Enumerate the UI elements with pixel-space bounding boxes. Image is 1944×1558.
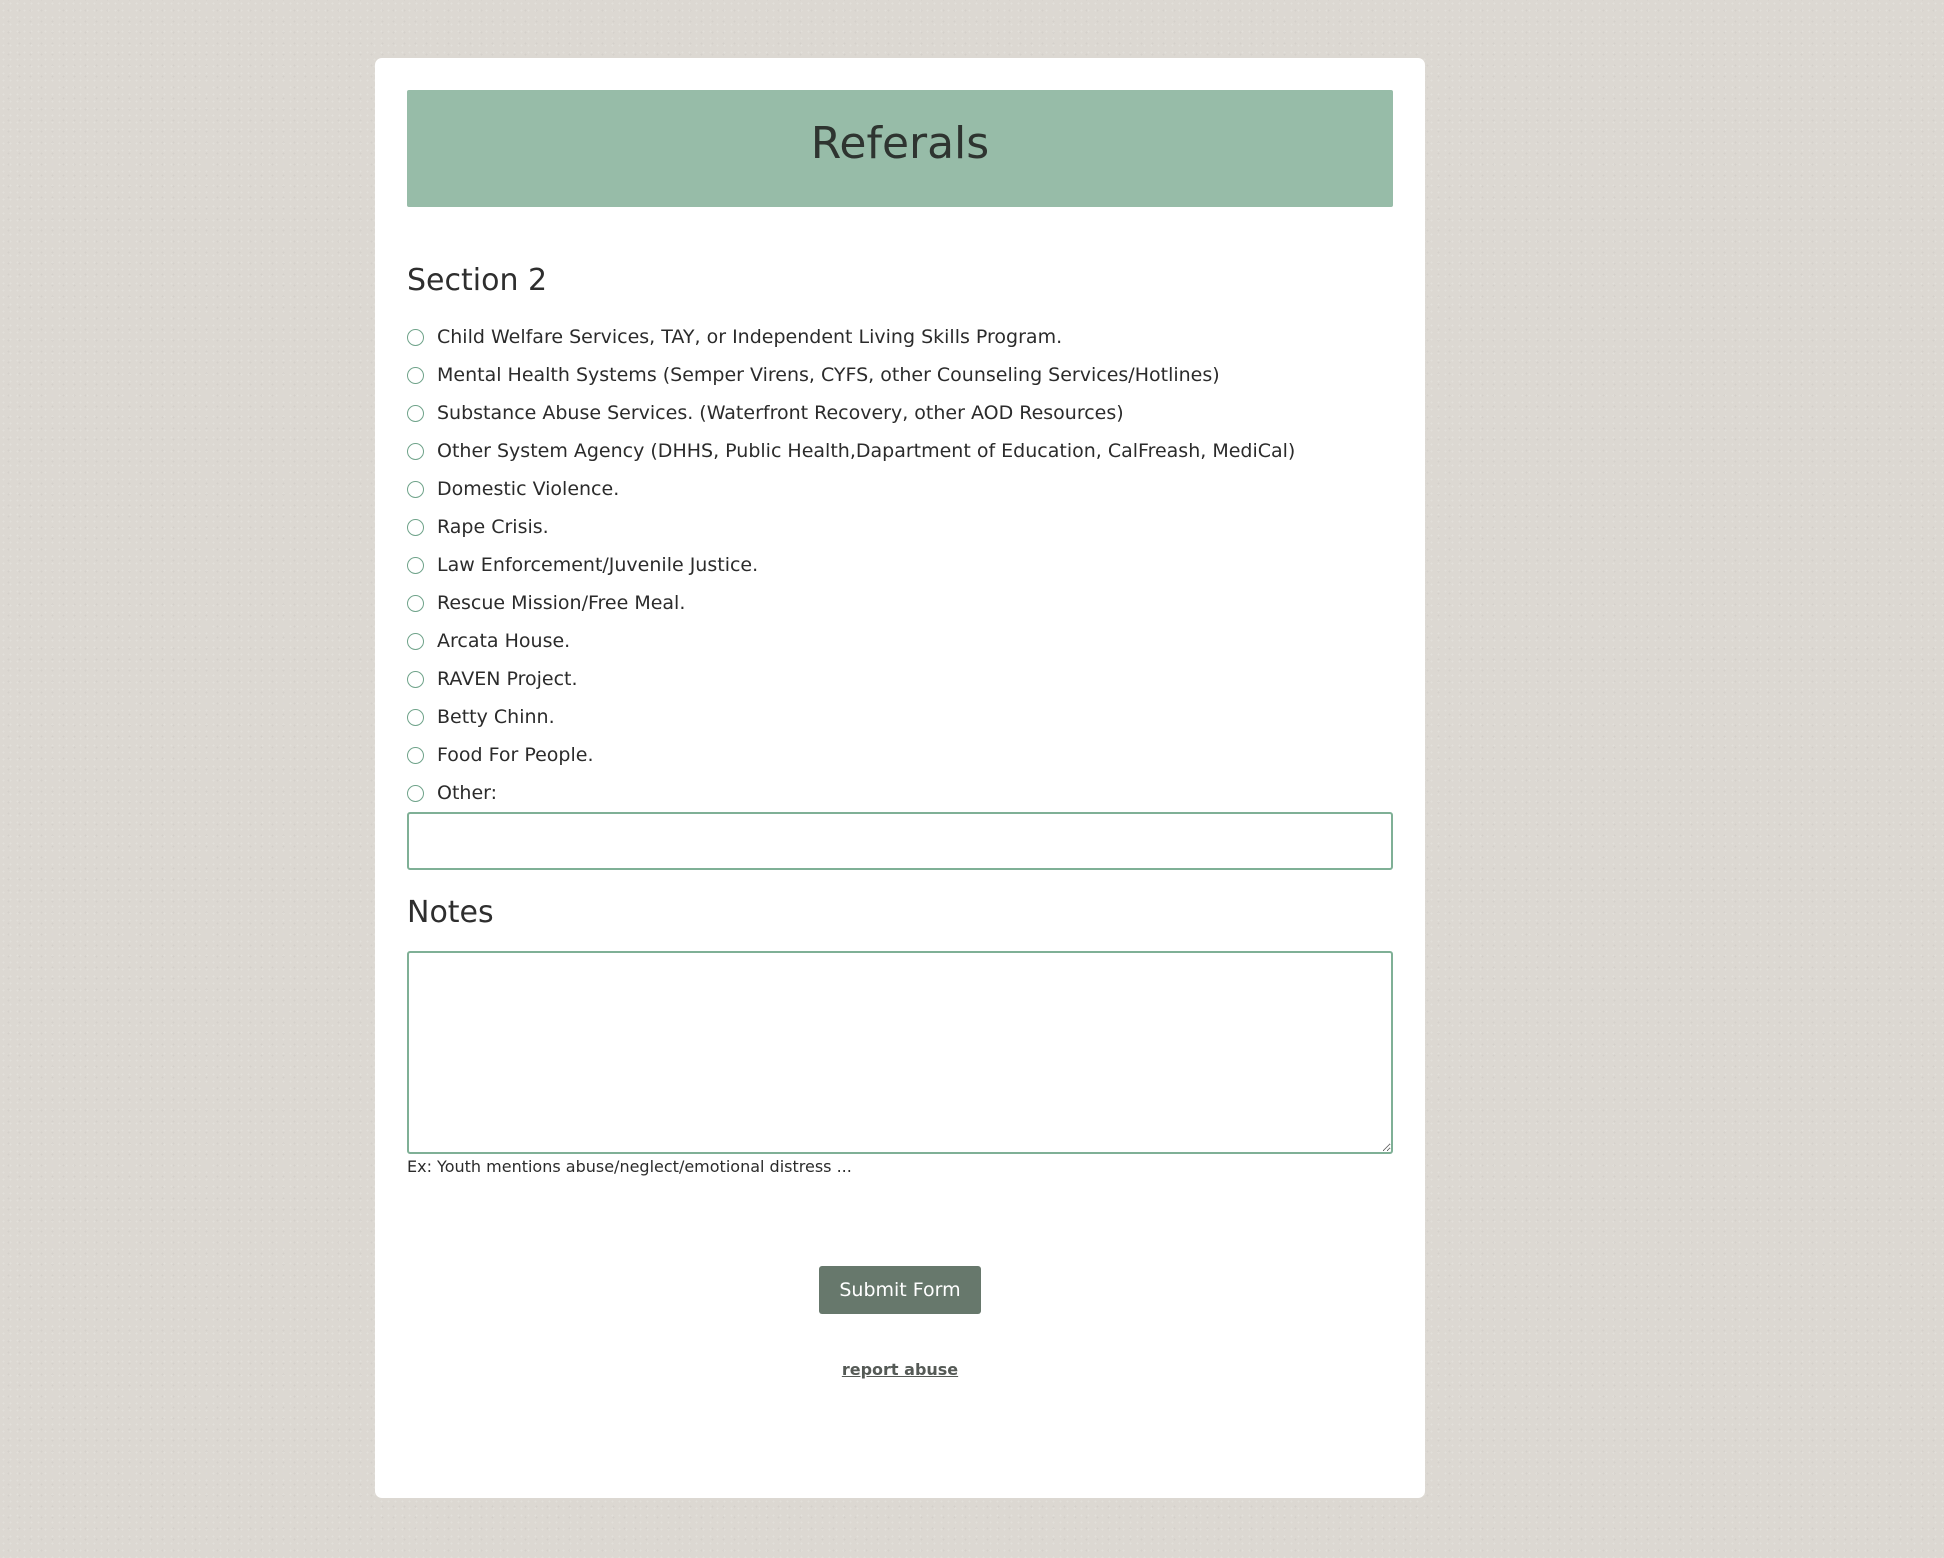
- form-header: Referals: [407, 90, 1393, 207]
- referral-option-other-system-agency[interactable]: Other System Agency (DHHS, Public Health…: [407, 432, 1393, 470]
- radio-unchecked-icon[interactable]: [407, 746, 424, 764]
- option-label: Child Welfare Services, TAY, or Independ…: [437, 326, 1063, 348]
- referral-option-arcata-house[interactable]: Arcata House.: [407, 622, 1393, 660]
- option-label: Rescue Mission/Free Meal.: [437, 592, 686, 614]
- radio-unchecked-icon[interactable]: [407, 708, 424, 726]
- option-label: Substance Abuse Services. (Waterfront Re…: [437, 402, 1124, 424]
- option-label: Arcata House.: [437, 630, 571, 652]
- radio-unchecked-icon[interactable]: [407, 480, 424, 498]
- option-label: Other:: [437, 782, 498, 804]
- radio-unchecked-icon[interactable]: [407, 632, 424, 650]
- referral-option-rescue-mission[interactable]: Rescue Mission/Free Meal.: [407, 584, 1393, 622]
- referral-option-rape-crisis[interactable]: Rape Crisis.: [407, 508, 1393, 546]
- referral-options-list: Child Welfare Services, TAY, or Independ…: [407, 318, 1393, 812]
- notes-hint: Ex: Youth mentions abuse/neglect/emotion…: [407, 1157, 852, 1176]
- radio-unchecked-icon[interactable]: [407, 328, 424, 346]
- referral-option-food-for-people[interactable]: Food For People.: [407, 736, 1393, 774]
- report-abuse-link[interactable]: report abuse: [842, 1360, 958, 1379]
- radio-unchecked-icon[interactable]: [407, 594, 424, 612]
- option-label: Rape Crisis.: [437, 516, 549, 538]
- form-card: Referals Section 2 Child Welfare Service…: [375, 58, 1425, 1498]
- other-text-input[interactable]: [407, 812, 1393, 870]
- referral-option-domestic-violence[interactable]: Domestic Violence.: [407, 470, 1393, 508]
- referral-option-substance-abuse[interactable]: Substance Abuse Services. (Waterfront Re…: [407, 394, 1393, 432]
- option-label: Betty Chinn.: [437, 706, 555, 728]
- option-label: RAVEN Project.: [437, 668, 578, 690]
- referral-option-other[interactable]: Other:: [407, 774, 1393, 812]
- option-label: Law Enforcement/Juvenile Justice.: [437, 554, 759, 576]
- referral-option-child-welfare[interactable]: Child Welfare Services, TAY, or Independ…: [407, 318, 1393, 356]
- radio-unchecked-icon[interactable]: [407, 556, 424, 574]
- notes-textarea[interactable]: [407, 951, 1393, 1154]
- radio-unchecked-icon[interactable]: [407, 670, 424, 688]
- referral-option-law-enforcement[interactable]: Law Enforcement/Juvenile Justice.: [407, 546, 1393, 584]
- option-label: Food For People.: [437, 744, 594, 766]
- radio-unchecked-icon[interactable]: [407, 404, 424, 422]
- option-label: Other System Agency (DHHS, Public Health…: [437, 440, 1296, 462]
- option-label: Mental Health Systems (Semper Virens, CY…: [437, 364, 1220, 386]
- referral-option-mental-health[interactable]: Mental Health Systems (Semper Virens, CY…: [407, 356, 1393, 394]
- option-label: Domestic Violence.: [437, 478, 620, 500]
- radio-unchecked-icon[interactable]: [407, 442, 424, 460]
- radio-unchecked-icon[interactable]: [407, 366, 424, 384]
- submit-form-button[interactable]: Submit Form: [819, 1266, 981, 1314]
- referral-option-raven-project[interactable]: RAVEN Project.: [407, 660, 1393, 698]
- form-title: Referals: [810, 118, 990, 169]
- radio-unchecked-icon[interactable]: [407, 784, 424, 802]
- referral-option-betty-chinn[interactable]: Betty Chinn.: [407, 698, 1393, 736]
- section-title: Section 2: [407, 263, 548, 298]
- radio-unchecked-icon[interactable]: [407, 518, 424, 536]
- report-abuse-container: report abuse: [375, 1360, 1425, 1379]
- notes-title: Notes: [407, 895, 494, 930]
